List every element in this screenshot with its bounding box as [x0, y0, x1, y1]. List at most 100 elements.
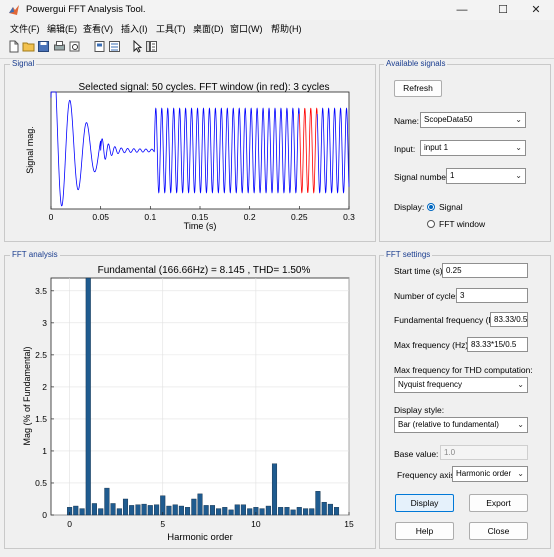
fft-x-tick-label: 10: [251, 519, 261, 529]
close-window-button[interactable]: ✕: [522, 2, 550, 18]
signal-plot: Selected signal: 50 cycles. FFT window (…: [25, 82, 355, 231]
fft-axes: [50, 277, 350, 516]
fft-bar: [154, 504, 160, 516]
start-time-label: Start time (s):: [394, 266, 446, 276]
display-style-value: Bar (relative to fundamental): [398, 420, 499, 429]
fft-bar: [166, 505, 172, 516]
fft-bar: [184, 507, 191, 516]
fft-bar: [178, 505, 184, 516]
print-preview-icon[interactable]: [68, 40, 81, 53]
display-button[interactable]: Display: [395, 494, 454, 512]
fft-bar: [247, 508, 253, 516]
cycles-input[interactable]: 3: [456, 288, 528, 303]
display-style-label: Display style:: [394, 405, 445, 415]
fft-y-tick-label: 1: [42, 446, 47, 456]
base-value-input[interactable]: 1.0: [440, 445, 528, 460]
refresh-button[interactable]: Refresh: [394, 80, 442, 97]
fft-y-tick-label: 3: [42, 318, 47, 328]
fft-bar: [290, 509, 296, 516]
input-label: Input:: [394, 144, 416, 154]
maximize-button[interactable]: ☐: [489, 2, 517, 18]
display-fft-window-radio[interactable]: [427, 220, 435, 228]
fft-bar: [222, 507, 228, 516]
signal-panel-title: Signal: [10, 59, 37, 68]
thd-frequency-label: Max frequency for THD computation:: [394, 365, 533, 375]
fft-bar: [259, 508, 265, 516]
menu-window[interactable]: 窗口(W): [230, 22, 263, 35]
fft-bar: [234, 504, 240, 516]
close-button[interactable]: Close: [469, 522, 528, 540]
save-icon[interactable]: [37, 40, 50, 53]
new-file-icon[interactable]: [7, 40, 20, 53]
frequency-axis-dropdown[interactable]: Harmonic order ⌄: [452, 466, 528, 482]
menu-insert[interactable]: 插入(I): [121, 22, 148, 35]
signal-x-tick-label: 0.1: [144, 212, 156, 222]
cycles-label: Number of cycles:: [394, 291, 463, 301]
toolbar: [0, 36, 554, 59]
pointer-icon[interactable]: [131, 40, 144, 53]
signal-x-tick-label: 0.2: [244, 212, 256, 222]
menu-view[interactable]: 查看(V): [83, 22, 113, 35]
input-value: input 1: [424, 143, 449, 152]
fft-bar: [315, 491, 321, 516]
display-signal-radio[interactable]: [427, 203, 435, 211]
print-icon[interactable]: [53, 40, 66, 53]
chevron-down-icon: ⌄: [515, 171, 522, 180]
chevron-down-icon: ⌄: [517, 380, 524, 389]
frequency-axis-label: Frequency axis:: [397, 470, 457, 480]
fft-bar: [98, 508, 104, 516]
base-value-label: Base value:: [394, 449, 439, 459]
fft-y-tick-label: 0.5: [35, 478, 47, 488]
fft-x-label: Harmonic order: [167, 532, 232, 543]
plot-browser-icon[interactable]: [145, 40, 158, 53]
fft-x-tick-label: 15: [344, 519, 354, 529]
thd-frequency-dropdown[interactable]: Nyquist frequency ⌄: [394, 377, 528, 393]
fft-bar: [203, 505, 209, 516]
fft-bar: [172, 504, 178, 516]
minimize-button[interactable]: —: [448, 2, 476, 18]
start-time-input[interactable]: 0.25: [442, 263, 528, 278]
signal-x-tick-label: 0.3: [343, 212, 355, 222]
fft-bar: [79, 508, 85, 516]
max-frequency-input[interactable]: 83.33*15/0.5: [467, 337, 528, 352]
signal-number-dropdown[interactable]: 1 ⌄: [446, 168, 526, 184]
available-signals-title: Available signals: [384, 59, 448, 68]
menu-help[interactable]: 帮助(H): [271, 22, 302, 35]
fft-bar: [191, 498, 197, 516]
chevron-down-icon: ⌄: [517, 469, 524, 478]
fundamental-frequency-input[interactable]: 83.33/0.5: [490, 312, 528, 327]
menu-tools[interactable]: 工具(T): [156, 22, 186, 35]
name-value: ScopeData50: [424, 115, 473, 124]
property-editor-icon[interactable]: [108, 40, 121, 53]
name-dropdown[interactable]: ScopeData50 ⌄: [420, 112, 526, 128]
menu-edit[interactable]: 编辑(E): [47, 22, 77, 35]
fft-bar: [284, 507, 290, 516]
display-style-dropdown[interactable]: Bar (relative to fundamental) ⌄: [394, 417, 528, 433]
fft-bar: [271, 463, 278, 516]
fft-bar: [265, 505, 271, 516]
fundamental-frequency-label: Fundamental frequency (Hz):: [394, 315, 505, 325]
help-button[interactable]: Help: [395, 522, 454, 540]
fft-bar: [327, 503, 333, 516]
display-signal-label: Signal: [439, 202, 463, 212]
menu-desktop[interactable]: 桌面(D): [193, 22, 224, 35]
export-button[interactable]: Export: [469, 494, 528, 512]
fft-bar: [135, 504, 141, 516]
fft-bar: [240, 504, 246, 516]
fft-chart-title: Fundamental (166.66Hz) = 8.145 , THD= 1.…: [98, 265, 311, 276]
link-plot-icon[interactable]: [93, 40, 106, 53]
signal-x-tick-label: 0.05: [92, 212, 109, 222]
fft-bar: [209, 505, 216, 516]
fft-bar: [91, 503, 97, 516]
menu-file[interactable]: 文件(F): [10, 22, 40, 35]
signal-number-value: 1: [450, 171, 455, 180]
fft-bar: [147, 505, 153, 516]
fft-bar: [85, 277, 91, 516]
open-folder-icon[interactable]: [22, 40, 35, 53]
input-dropdown[interactable]: input 1 ⌄: [420, 140, 526, 156]
signal-x-tick-label: 0.25: [291, 212, 308, 222]
fft-y-tick-label: 0: [42, 510, 47, 520]
fft-bar: [141, 503, 147, 516]
fft-bar: [110, 503, 116, 516]
signal-x-label: Time (s): [184, 221, 217, 231]
